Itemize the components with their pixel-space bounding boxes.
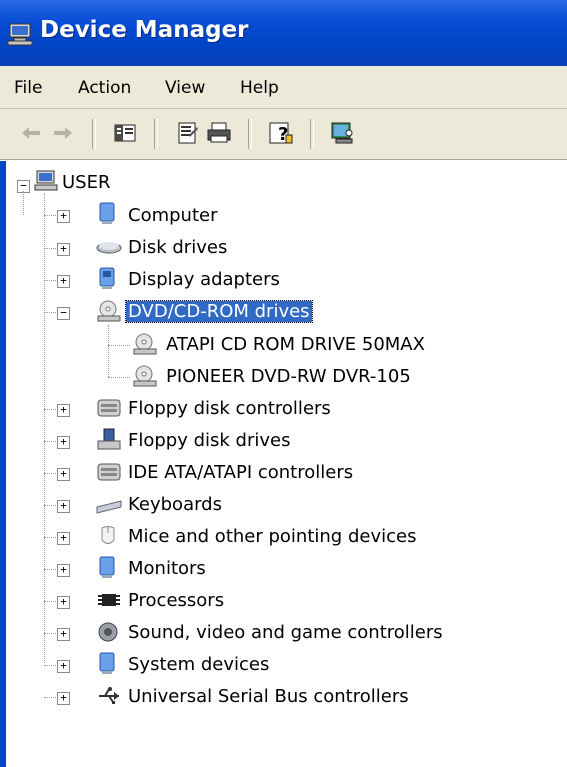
controller-icon <box>96 396 121 420</box>
floppy-drive-icon <box>96 428 121 452</box>
tree-line <box>23 191 24 215</box>
monitor-icon <box>96 556 120 580</box>
cdrom-icon <box>96 299 121 323</box>
display-adapter-icon <box>96 267 120 291</box>
toolbar: ? <box>0 109 567 160</box>
tree-item-mice[interactable]: Mice and other pointing devices <box>128 526 416 547</box>
menu-file[interactable]: File <box>14 78 42 98</box>
processor-icon <box>96 588 120 612</box>
print-icon[interactable] <box>204 118 234 148</box>
menu-help[interactable]: Help <box>240 78 279 98</box>
menu-view[interactable]: View <box>165 78 205 98</box>
tree-item-dvd-cdrom-drives[interactable]: DVD/CD-ROM drives <box>125 300 313 323</box>
expand-expander[interactable]: + <box>57 596 70 609</box>
window-title: Device Manager <box>40 17 249 43</box>
device-manager-window: Device Manager File Action View Help ? −… <box>0 0 567 767</box>
keyboard-icon <box>96 492 122 516</box>
system-devices-icon <box>96 652 120 676</box>
expand-expander[interactable]: + <box>57 532 70 545</box>
expand-expander[interactable]: + <box>57 436 70 449</box>
tree-item-disk-drives[interactable]: Disk drives <box>128 237 227 258</box>
expand-expander[interactable]: + <box>57 628 70 641</box>
toolbar-separator <box>154 119 158 149</box>
expand-expander[interactable]: + <box>57 500 70 513</box>
expand-expander[interactable]: + <box>57 468 70 481</box>
tree-item-usb-controllers[interactable]: Universal Serial Bus controllers <box>128 686 409 707</box>
toolbar-separator <box>92 119 96 149</box>
back-arrow-icon[interactable] <box>16 118 46 148</box>
tree-item-sound[interactable]: Sound, video and game controllers <box>128 622 443 643</box>
tree-item-floppy-disk-drives[interactable]: Floppy disk drives <box>128 430 290 451</box>
tree-line <box>44 193 45 663</box>
computer-user-icon <box>34 169 58 193</box>
tree-item-display-adapters[interactable]: Display adapters <box>128 269 280 290</box>
title-bar[interactable]: Device Manager <box>0 0 567 66</box>
tree-line <box>108 377 130 378</box>
expand-expander[interactable]: + <box>57 692 70 705</box>
expand-expander[interactable]: + <box>57 564 70 577</box>
tree-item-pioneer-dvd-rw[interactable]: PIONEER DVD-RW DVR-105 <box>166 366 411 387</box>
expand-expander[interactable]: + <box>57 243 70 256</box>
computer-icon <box>96 202 120 226</box>
toolbar-separator <box>310 119 314 149</box>
properties-icon[interactable] <box>172 118 202 148</box>
tree-item-processors[interactable]: Processors <box>128 590 224 611</box>
sound-icon <box>96 620 120 644</box>
tree-item-keyboards[interactable]: Keyboards <box>128 494 222 515</box>
collapse-expander[interactable]: − <box>57 307 70 320</box>
expand-expander[interactable]: + <box>57 210 70 223</box>
window-left-border <box>0 161 6 767</box>
dvd-drive-icon <box>132 364 157 388</box>
menu-bar: File Action View Help <box>0 66 567 109</box>
tree-line <box>108 325 109 377</box>
expand-expander[interactable]: + <box>57 275 70 288</box>
tree-item-floppy-disk-controllers[interactable]: Floppy disk controllers <box>128 398 331 419</box>
expand-expander[interactable]: + <box>57 660 70 673</box>
device-manager-icon <box>7 22 34 50</box>
mouse-icon <box>96 524 120 548</box>
menu-action[interactable]: Action <box>78 78 131 98</box>
usb-icon <box>96 684 120 708</box>
cdrom-drive-icon <box>132 332 157 356</box>
forward-arrow-icon[interactable] <box>48 118 78 148</box>
tree-item-monitors[interactable]: Monitors <box>128 558 206 579</box>
tree-line <box>108 345 130 346</box>
tree-item-system-devices[interactable]: System devices <box>128 654 269 675</box>
help-icon[interactable]: ? <box>266 118 296 148</box>
ide-controller-icon <box>96 460 121 484</box>
tree-item-ide-controllers[interactable]: IDE ATA/ATAPI controllers <box>128 462 353 483</box>
expand-expander[interactable]: + <box>57 404 70 417</box>
scan-hardware-icon[interactable] <box>328 118 358 148</box>
tree-root-label[interactable]: USER <box>62 172 110 193</box>
tree-item-computer[interactable]: Computer <box>128 205 217 226</box>
toolbar-separator <box>248 119 252 149</box>
device-tree[interactable]: − USER + Computer + Disk drives + Displa… <box>0 161 567 767</box>
disk-drive-icon <box>96 235 122 259</box>
show-hide-console-tree-icon[interactable] <box>110 118 140 148</box>
tree-item-atapi-cd-rom[interactable]: ATAPI CD ROM DRIVE 50MAX <box>166 334 425 355</box>
